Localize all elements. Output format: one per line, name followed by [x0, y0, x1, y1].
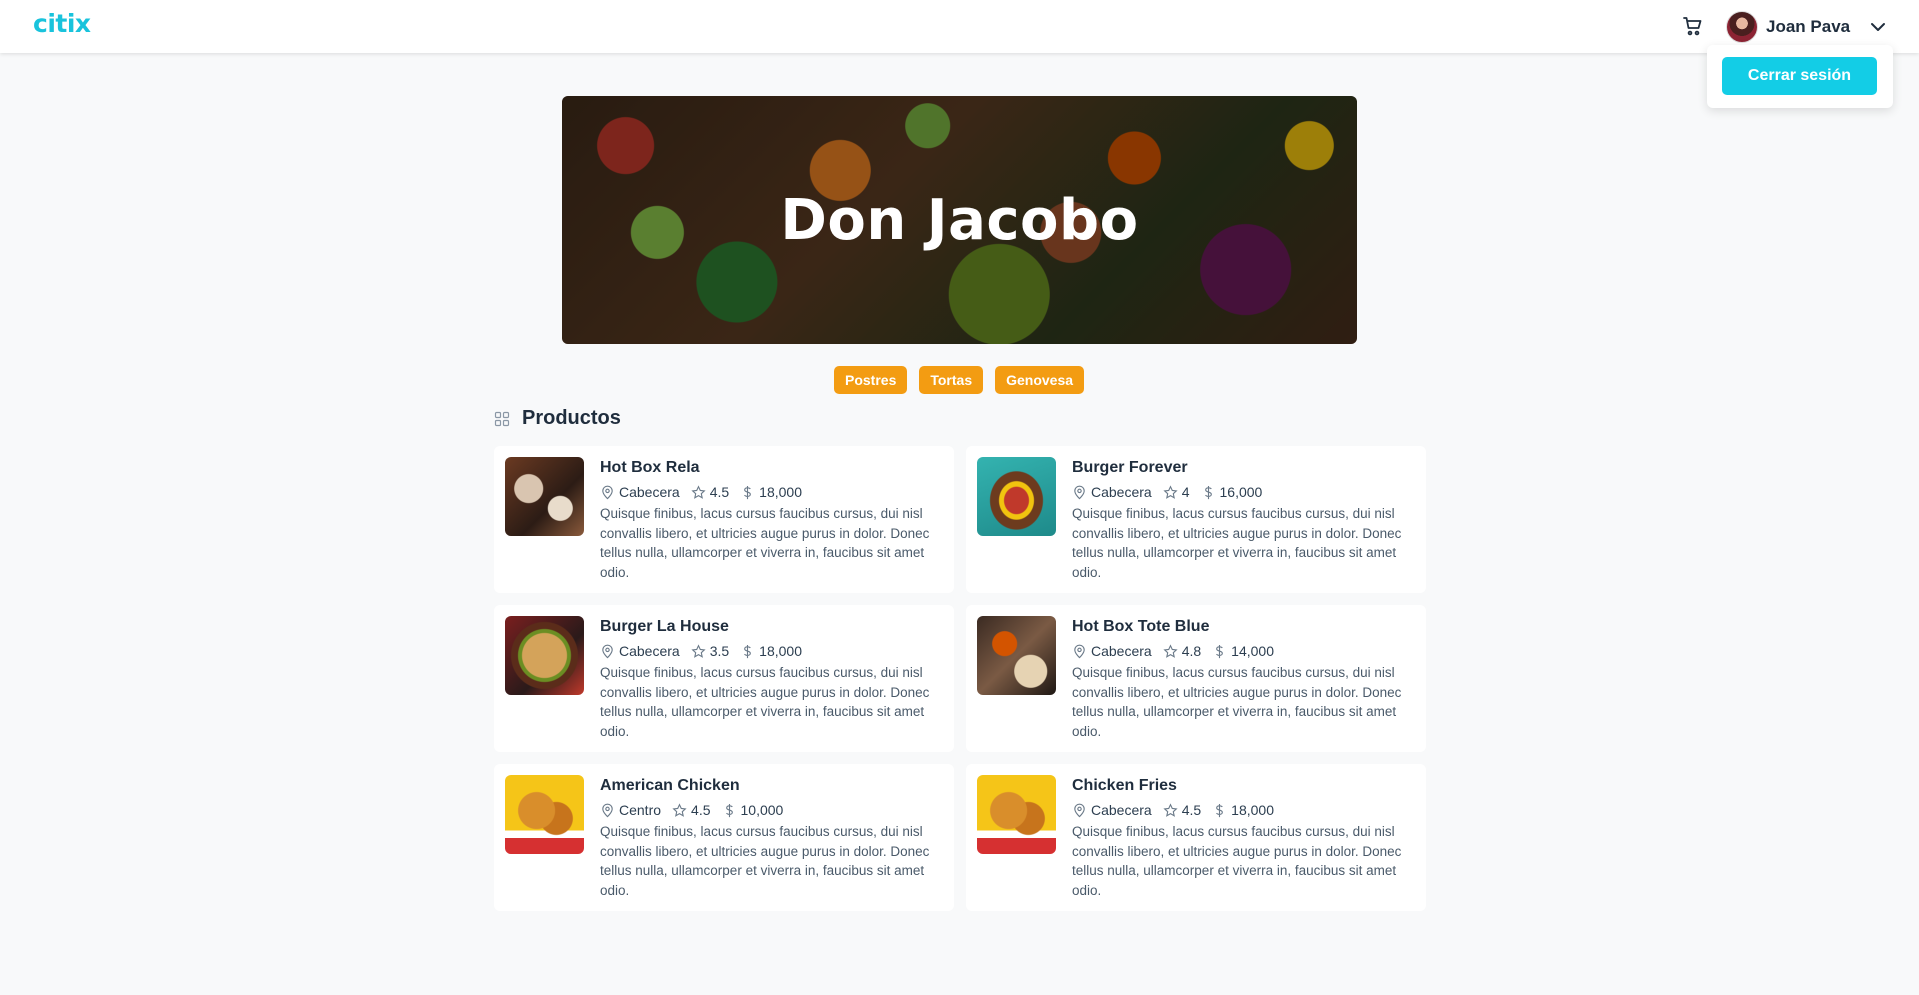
product-price: 14,000 [1231, 643, 1274, 659]
store-title: Don Jacobo [780, 187, 1139, 253]
user-dropdown: Cerrar sesión [1707, 45, 1893, 108]
product-rating: 4.8 [1181, 643, 1202, 659]
product-name: Chicken Fries [1072, 777, 1177, 794]
grid-icon [494, 411, 510, 426]
product-rating: 4.5 [709, 484, 730, 500]
product-price: 18,000 [759, 643, 802, 659]
tag-genovesa[interactable]: Genovesa [995, 366, 1085, 394]
product-location: Cabecera [619, 484, 680, 500]
section-title: Productos [522, 407, 621, 429]
logout-button[interactable]: Cerrar sesión [1722, 57, 1877, 95]
product-meta: Cabecera 4.5 18,000 [1072, 802, 1285, 818]
chevron-down-icon [1871, 22, 1886, 31]
location-pin-icon [1074, 644, 1085, 658]
location-pin-icon [602, 803, 613, 817]
product-description: Quisque finibus, lacus cursus faucibus c… [600, 824, 930, 898]
product-meta: Cabecera 4.5 18,000 [600, 484, 813, 500]
product-name: American Chicken [600, 777, 740, 794]
dollar-icon [725, 803, 733, 817]
product-card[interactable]: American Chicken Centro 4.5 10,000 Quisq… [494, 764, 954, 911]
category-tags: Postres Tortas Genovesa [834, 366, 1085, 394]
product-card[interactable]: Burger Forever Cabecera 4 16,000 Quisque… [966, 446, 1426, 593]
avatar [1726, 10, 1758, 43]
product-price: 18,000 [759, 484, 802, 500]
product-location: Cabecera [1091, 643, 1152, 659]
product-rating: 4 [1181, 484, 1190, 500]
star-icon [691, 643, 706, 658]
section-header: Productos [494, 407, 621, 430]
product-location: Cabecera [1091, 484, 1152, 500]
dollar-icon [744, 485, 752, 499]
product-rating: 4.5 [691, 802, 711, 818]
product-image [977, 775, 1056, 854]
dollar-icon [744, 644, 752, 658]
product-location: Cabecera [1091, 802, 1152, 818]
product-description: Quisque finibus, lacus cursus faucibus c… [600, 665, 930, 739]
product-image [505, 775, 584, 854]
product-name: Burger La House [600, 618, 729, 635]
dollar-icon [1216, 803, 1224, 817]
tag-postres[interactable]: Postres [834, 366, 908, 394]
product-location: Centro [619, 802, 662, 818]
location-pin-icon [1074, 485, 1085, 499]
product-name: Hot Box Rela [600, 459, 700, 476]
product-name: Hot Box Tote Blue [1072, 618, 1210, 635]
store-banner: Don Jacobo [562, 96, 1357, 344]
product-description: Quisque finibus, lacus cursus faucibus c… [1072, 824, 1402, 898]
product-description: Quisque finibus, lacus cursus faucibus c… [1072, 506, 1402, 580]
product-image [505, 616, 584, 695]
product-name: Burger Forever [1072, 459, 1188, 476]
product-price: 16,000 [1219, 484, 1263, 500]
star-icon [1163, 484, 1178, 499]
product-card[interactable]: Hot Box Tote Blue Cabecera 4.8 14,000 Qu… [966, 605, 1426, 752]
product-meta: Cabecera 4 16,000 [1072, 484, 1273, 500]
product-description: Quisque finibus, lacus cursus faucibus c… [1072, 665, 1402, 739]
logo[interactable]: citix [33, 9, 91, 38]
location-pin-icon [602, 644, 613, 658]
dollar-icon [1204, 485, 1212, 499]
user-menu-toggle[interactable]: Joan Pava [1726, 10, 1888, 43]
product-location: Cabecera [619, 643, 680, 659]
product-meta: Cabecera 4.8 14,000 [1072, 643, 1285, 659]
product-card[interactable]: Hot Box Rela Cabecera 4.5 18,000 Quisque… [494, 446, 954, 593]
top-navbar: citix Joan Pava [0, 0, 1919, 53]
star-icon [691, 484, 706, 499]
product-rating: 3.5 [709, 643, 730, 659]
dollar-icon [1216, 644, 1224, 658]
star-icon [1163, 802, 1178, 817]
product-description: Quisque finibus, lacus cursus faucibus c… [600, 506, 930, 580]
location-pin-icon [1074, 803, 1085, 817]
product-meta: Centro 4.5 10,000 [600, 802, 794, 818]
cart-icon[interactable] [1681, 14, 1705, 38]
product-price: 18,000 [1231, 802, 1274, 818]
product-image [977, 616, 1056, 695]
product-card[interactable]: Burger La House Cabecera 3.5 18,000 Quis… [494, 605, 954, 752]
star-icon [672, 802, 687, 817]
product-card[interactable]: Chicken Fries Cabecera 4.5 18,000 Quisqu… [966, 764, 1426, 911]
star-icon [1163, 643, 1178, 658]
location-pin-icon [602, 485, 613, 499]
product-rating: 4.5 [1181, 802, 1202, 818]
tag-tortas[interactable]: Tortas [919, 366, 984, 394]
product-image [977, 457, 1056, 536]
product-price: 10,000 [740, 802, 784, 818]
product-image [505, 457, 584, 536]
user-name: Joan Pava [1766, 16, 1851, 36]
product-meta: Cabecera 3.5 18,000 [600, 643, 813, 659]
